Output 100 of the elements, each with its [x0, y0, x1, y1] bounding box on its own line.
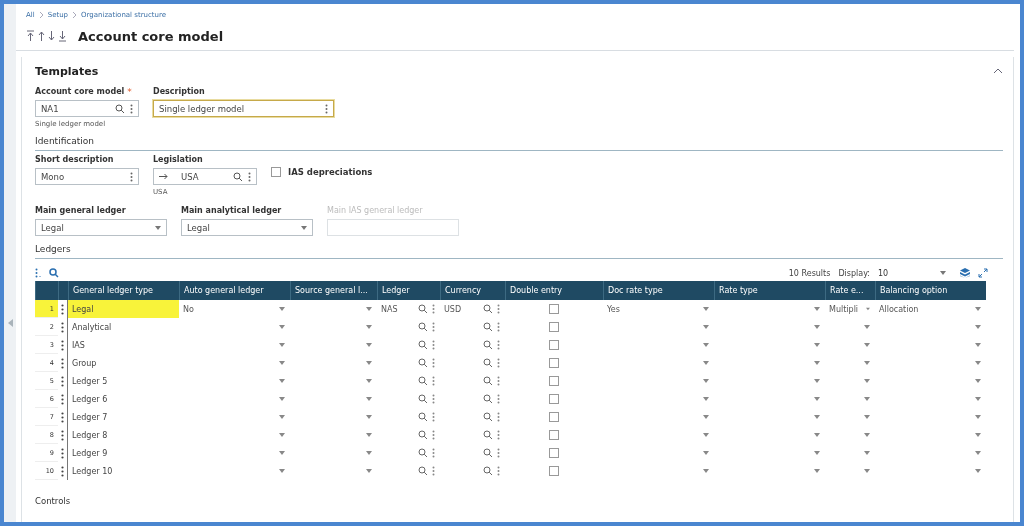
caret-icon[interactable]: [814, 433, 820, 437]
layers-icon[interactable]: [960, 268, 970, 278]
column-header[interactable]: Balancing option: [875, 281, 986, 300]
caret-icon[interactable]: [703, 307, 709, 311]
checkbox[interactable]: [548, 430, 559, 440]
column-header[interactable]: Doc rate type: [603, 281, 714, 300]
search-icon[interactable]: [418, 376, 428, 386]
checkbox[interactable]: [548, 394, 559, 404]
checkbox[interactable]: [548, 448, 559, 458]
search-icon[interactable]: [483, 466, 493, 476]
caret-icon[interactable]: [864, 415, 870, 419]
caret-icon[interactable]: [703, 415, 709, 419]
search-icon[interactable]: [418, 304, 428, 314]
caret-icon[interactable]: [814, 469, 820, 473]
caret-icon[interactable]: [864, 343, 870, 347]
more-icon[interactable]: [497, 412, 500, 422]
caret-icon[interactable]: [975, 379, 981, 383]
row-menu-icon[interactable]: [61, 303, 64, 315]
checkbox[interactable]: [548, 466, 559, 476]
caret-icon[interactable]: [279, 415, 285, 419]
caret-icon[interactable]: [366, 325, 372, 329]
caret-icon[interactable]: [366, 451, 372, 455]
caret-icon[interactable]: [975, 325, 981, 329]
search-icon[interactable]: [483, 376, 493, 386]
caret-icon[interactable]: [703, 379, 709, 383]
row-menu-icon[interactable]: [61, 429, 64, 441]
search-icon[interactable]: [483, 430, 493, 440]
more-icon[interactable]: [432, 448, 435, 458]
search-icon[interactable]: [418, 394, 428, 404]
more-icon[interactable]: [497, 448, 500, 458]
search-icon[interactable]: [483, 394, 493, 404]
input-field[interactable]: Single ledger model: [153, 100, 334, 117]
search-icon[interactable]: [483, 412, 493, 422]
search-icon[interactable]: [115, 103, 125, 114]
more-icon[interactable]: [130, 103, 133, 114]
caret-icon[interactable]: [814, 379, 820, 383]
more-icon[interactable]: [497, 322, 500, 332]
caret-icon[interactable]: [866, 307, 870, 311]
caret-icon[interactable]: [814, 397, 820, 401]
search-icon[interactable]: [418, 340, 428, 350]
caret-icon[interactable]: [864, 469, 870, 473]
caret-icon[interactable]: [814, 415, 820, 419]
caret-icon[interactable]: [366, 415, 372, 419]
checkbox[interactable]: [548, 412, 559, 422]
caret-icon[interactable]: [279, 451, 285, 455]
more-icon[interactable]: [432, 394, 435, 404]
caret-icon[interactable]: [279, 433, 285, 437]
more-icon[interactable]: [432, 340, 435, 350]
down-arrow-icon[interactable]: [48, 30, 55, 42]
row-menu-icon[interactable]: [61, 375, 64, 387]
more-icon[interactable]: [432, 304, 435, 314]
checkbox[interactable]: [548, 322, 559, 332]
more-icon[interactable]: [497, 358, 500, 368]
caret-icon[interactable]: [703, 343, 709, 347]
caret-icon[interactable]: [864, 451, 870, 455]
more-icon[interactable]: [35, 268, 41, 278]
caret-icon[interactable]: [975, 415, 981, 419]
row-menu-icon[interactable]: [61, 447, 64, 459]
more-icon[interactable]: [432, 358, 435, 368]
caret-icon[interactable]: [975, 397, 981, 401]
input-field[interactable]: Mono: [35, 168, 139, 185]
last-record-icon[interactable]: [58, 30, 67, 42]
input-field[interactable]: NA1: [35, 100, 139, 117]
caret-icon[interactable]: [703, 433, 709, 437]
caret-icon[interactable]: [864, 433, 870, 437]
search-icon[interactable]: [233, 171, 243, 182]
search-icon[interactable]: [418, 412, 428, 422]
caret-icon[interactable]: [814, 343, 820, 347]
caret-icon[interactable]: [975, 343, 981, 347]
caret-icon[interactable]: [703, 397, 709, 401]
more-icon[interactable]: [432, 322, 435, 332]
caret-icon[interactable]: [279, 343, 285, 347]
search-icon[interactable]: [418, 430, 428, 440]
caret-icon[interactable]: [814, 361, 820, 365]
caret-icon[interactable]: [366, 307, 372, 311]
more-icon[interactable]: [432, 376, 435, 386]
caret-icon[interactable]: [814, 307, 820, 311]
more-icon[interactable]: [248, 171, 251, 182]
search-icon[interactable]: [418, 358, 428, 368]
caret-icon[interactable]: [864, 361, 870, 365]
collapse-left-icon[interactable]: [7, 319, 13, 327]
caret-icon[interactable]: [366, 343, 372, 347]
expand-icon[interactable]: [978, 268, 988, 278]
checkbox[interactable]: [548, 358, 559, 368]
row-menu-icon[interactable]: [61, 393, 64, 405]
caret-icon[interactable]: [703, 325, 709, 329]
column-header[interactable]: Currency: [440, 281, 505, 300]
caret-icon[interactable]: [975, 469, 981, 473]
more-icon[interactable]: [432, 430, 435, 440]
search-icon[interactable]: [483, 448, 493, 458]
row-menu-icon[interactable]: [61, 357, 64, 369]
search-icon[interactable]: [49, 268, 59, 278]
caret-icon[interactable]: [366, 361, 372, 365]
caret-icon[interactable]: [703, 361, 709, 365]
caret-icon[interactable]: [279, 325, 285, 329]
search-icon[interactable]: [483, 358, 493, 368]
column-header[interactable]: Ledger: [377, 281, 440, 300]
first-record-icon[interactable]: [26, 30, 35, 42]
caret-icon[interactable]: [864, 397, 870, 401]
row-menu-icon[interactable]: [61, 339, 64, 351]
